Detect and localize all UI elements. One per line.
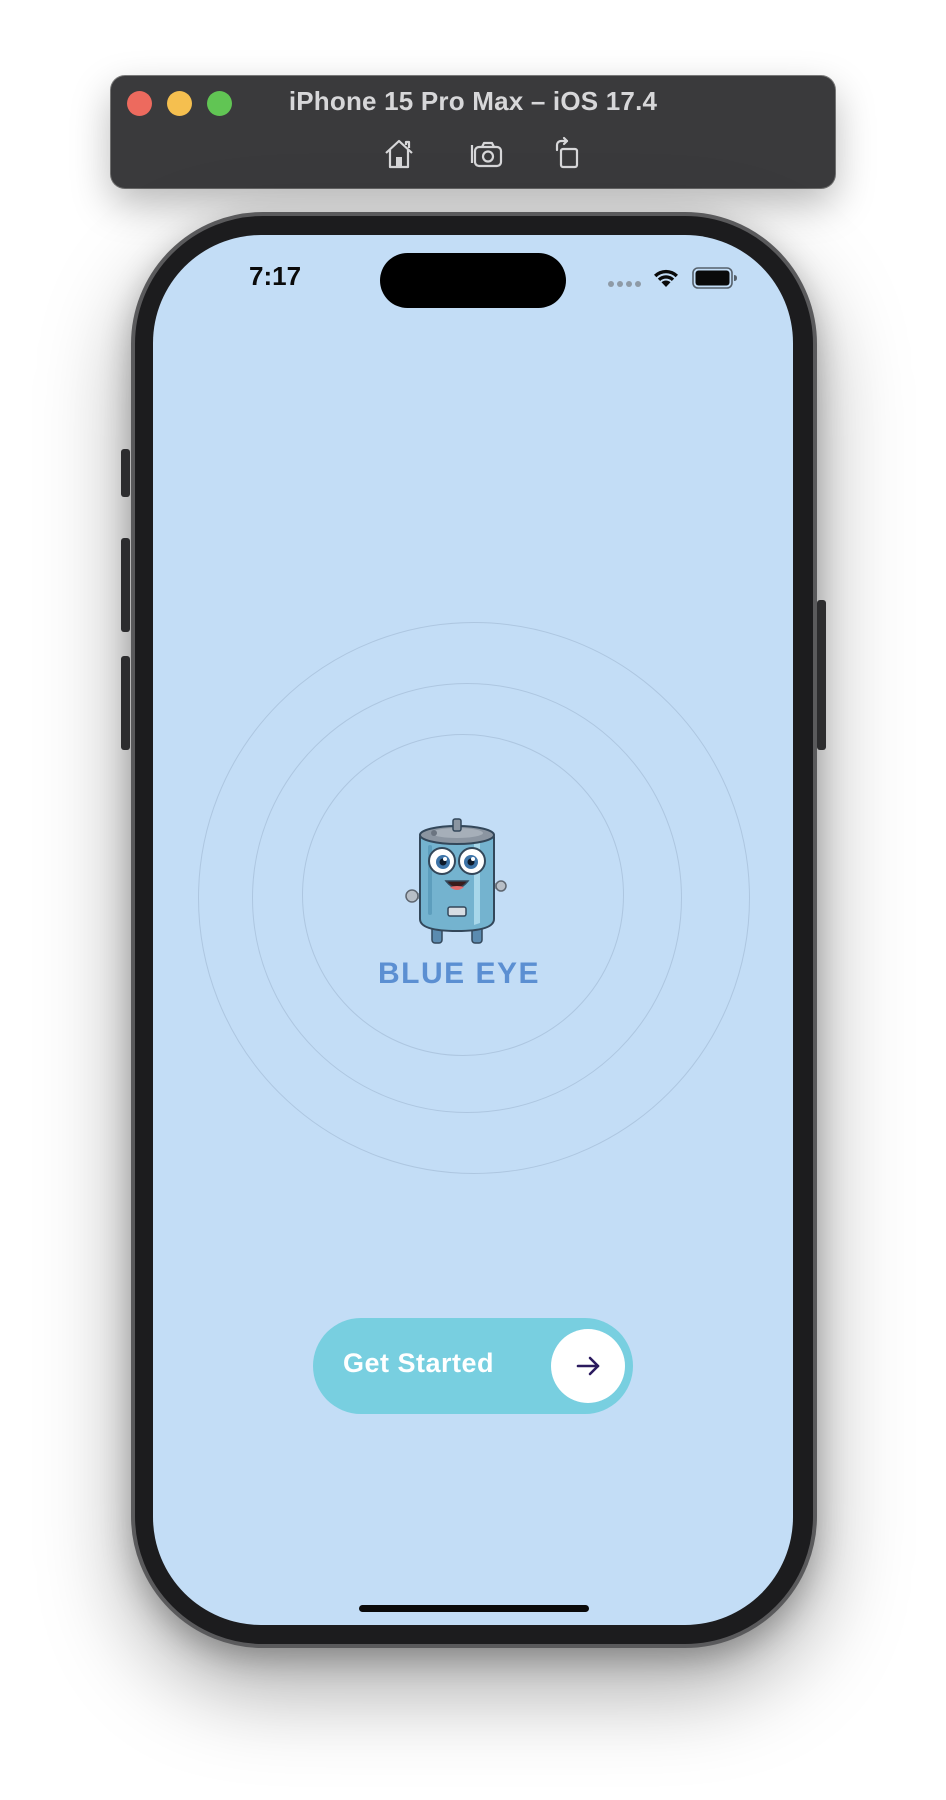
- dynamic-island: [380, 253, 566, 308]
- wifi-icon: [654, 269, 678, 287]
- brand-name: BLUE EYE: [377, 957, 541, 990]
- simulator-window-title: iPhone 15 Pro Max – iOS 17.4: [288, 86, 658, 116]
- volume-down-button: [121, 656, 130, 750]
- phone-screen: 7:17 BLUE EYE Get Started: [153, 235, 793, 1625]
- water-heater-mascot-logo: [405, 818, 507, 944]
- screenshot-icon: [470, 141, 503, 168]
- action-button: [121, 449, 130, 497]
- screenshot-button[interactable]: [467, 134, 507, 174]
- power-button: [817, 600, 826, 750]
- arrow-circle[interactable]: [551, 1329, 625, 1403]
- status-time: 7:17: [249, 261, 302, 291]
- rotate-icon: [555, 136, 579, 169]
- rotate-button[interactable]: [547, 134, 587, 174]
- home-button[interactable]: [379, 134, 419, 174]
- battery-icon: [692, 267, 737, 289]
- get-started-label: Get Started: [343, 1348, 495, 1378]
- home-icon: [385, 139, 413, 169]
- get-started-button[interactable]: Get Started: [313, 1318, 633, 1414]
- arrow-right-icon: [576, 1356, 600, 1376]
- volume-up-button: [121, 538, 130, 632]
- simulator-title-bar: iPhone 15 Pro Max – iOS 17.4: [111, 76, 835, 188]
- signal-dots-icon: [608, 281, 641, 287]
- home-indicator[interactable]: [359, 1605, 589, 1612]
